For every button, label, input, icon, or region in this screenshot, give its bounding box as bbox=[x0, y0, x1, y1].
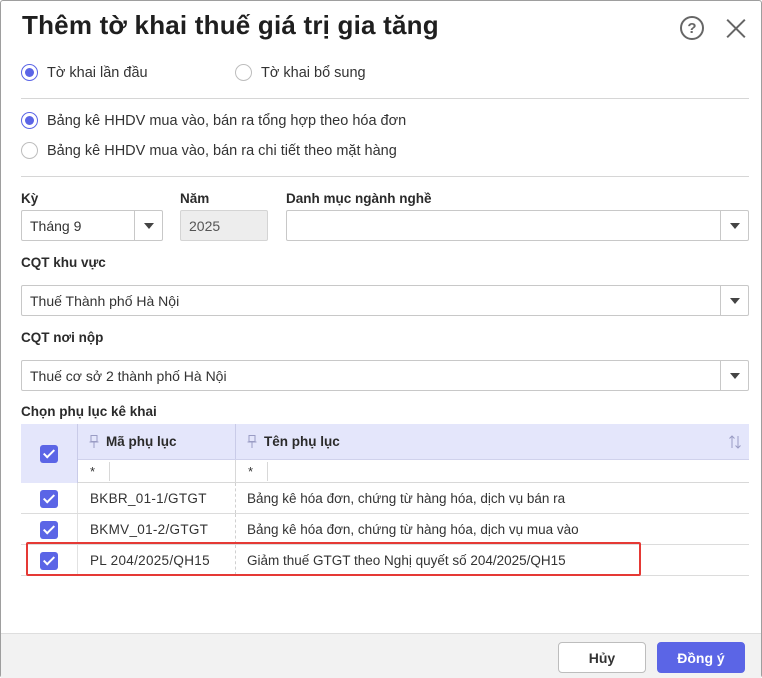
divider bbox=[21, 98, 749, 99]
period-value: Tháng 9 bbox=[30, 217, 82, 234]
table-row[interactable]: BKBR_01-1/GTGT Bảng kê hóa đơn, chứng từ… bbox=[21, 483, 749, 514]
row-code: BKMV_01-2/GTGT bbox=[78, 514, 236, 544]
industry-label: Danh mục ngành nghề bbox=[286, 191, 432, 206]
radio-checked-icon bbox=[21, 112, 38, 129]
row-code: BKBR_01-1/GTGT bbox=[78, 483, 236, 513]
radio-label: Tờ khai bổ sung bbox=[261, 64, 366, 81]
divider bbox=[21, 176, 749, 177]
radio-detail-by-item[interactable]: Bảng kê HHDV mua vào, bán ra chi tiết th… bbox=[21, 142, 397, 159]
add-vat-declaration-dialog: Thêm tờ khai thuế giá trị gia tăng ? Tờ … bbox=[0, 0, 762, 678]
row-name: Bảng kê hóa đơn, chứng từ hàng hóa, dịch… bbox=[247, 490, 566, 506]
industry-select[interactable] bbox=[286, 210, 749, 241]
filter-name-cell[interactable]: * bbox=[236, 460, 749, 482]
year-label: Năm bbox=[180, 191, 210, 206]
row-name: Bảng kê hóa đơn, chứng từ hàng hóa, dịch… bbox=[247, 521, 579, 537]
tax-office-submit-label: CQT nơi nộp bbox=[21, 330, 104, 345]
radio-summary-by-invoice[interactable]: Bảng kê HHDV mua vào, bán ra tổng hợp th… bbox=[21, 112, 406, 129]
column-header-label: Tên phụ lục bbox=[264, 434, 340, 449]
radio-unchecked-icon bbox=[21, 142, 38, 159]
sort-icon[interactable] bbox=[729, 435, 741, 449]
appendix-label: Chọn phụ lục kê khai bbox=[21, 404, 157, 419]
help-icon[interactable]: ? bbox=[680, 16, 704, 40]
tax-office-region-select[interactable]: Thuế Thành phố Hà Nội bbox=[21, 285, 749, 316]
grid-header: Mã phụ lục Tên phụ lục bbox=[21, 424, 749, 460]
pin-icon[interactable] bbox=[247, 435, 257, 448]
close-icon[interactable] bbox=[724, 16, 748, 40]
radio-label: Tờ khai lần đầu bbox=[47, 64, 148, 81]
filter-operator[interactable]: * bbox=[248, 464, 253, 479]
chevron-down-icon[interactable] bbox=[720, 286, 748, 315]
dialog-footer bbox=[1, 633, 761, 678]
radio-label: Bảng kê HHDV mua vào, bán ra tổng hợp th… bbox=[47, 112, 407, 129]
tax-office-region-value: Thuế Thành phố Hà Nội bbox=[30, 292, 180, 309]
grid-filter-row: * * bbox=[21, 460, 749, 483]
column-header-code[interactable]: Mã phụ lục bbox=[78, 424, 236, 459]
cancel-button[interactable]: Hủy bbox=[558, 642, 646, 673]
row-code: PL 204/2025/QH15 bbox=[78, 545, 236, 575]
radio-initial-declaration[interactable]: Tờ khai lần đầu bbox=[21, 64, 148, 81]
table-row[interactable]: BKMV_01-2/GTGT Bảng kê hóa đơn, chứng từ… bbox=[21, 514, 749, 545]
tax-office-submit-select[interactable]: Thuế cơ sở 2 thành phố Hà Nội bbox=[21, 360, 749, 391]
radio-unchecked-icon bbox=[235, 64, 252, 81]
column-header-label: Mã phụ lục bbox=[106, 434, 177, 449]
appendix-grid: Mã phụ lục Tên phụ lục * * BKBR_01-1/GTG… bbox=[21, 424, 749, 576]
radio-supplementary-declaration[interactable]: Tờ khai bổ sung bbox=[235, 64, 366, 81]
row-checkbox[interactable] bbox=[40, 552, 58, 570]
row-checkbox[interactable] bbox=[40, 521, 58, 539]
tax-office-submit-value: Thuế cơ sở 2 thành phố Hà Nội bbox=[30, 367, 227, 384]
period-select[interactable]: Tháng 9 bbox=[21, 210, 163, 241]
chevron-down-icon[interactable] bbox=[720, 211, 748, 240]
radio-label: Bảng kê HHDV mua vào, bán ra chi tiết th… bbox=[47, 142, 397, 159]
column-header-name[interactable]: Tên phụ lục bbox=[236, 424, 749, 459]
table-row[interactable]: PL 204/2025/QH15 Giảm thuế GTGT theo Ngh… bbox=[21, 545, 749, 576]
radio-checked-icon bbox=[21, 64, 38, 81]
tax-office-region-label: CQT khu vực bbox=[21, 255, 106, 270]
ok-button[interactable]: Đồng ý bbox=[657, 642, 745, 673]
year-field: 2025 bbox=[180, 210, 268, 241]
chevron-down-icon[interactable] bbox=[134, 211, 162, 240]
filter-operator[interactable]: * bbox=[90, 464, 95, 479]
dialog-title: Thêm tờ khai thuế giá trị gia tăng bbox=[22, 10, 439, 40]
pin-icon[interactable] bbox=[89, 435, 99, 448]
row-name: Giảm thuế GTGT theo Nghị quyết số 204/20… bbox=[247, 552, 566, 568]
period-label: Kỳ bbox=[21, 191, 39, 206]
filter-code-cell[interactable]: * bbox=[78, 460, 236, 482]
chevron-down-icon[interactable] bbox=[720, 361, 748, 390]
row-checkbox[interactable] bbox=[40, 490, 58, 508]
